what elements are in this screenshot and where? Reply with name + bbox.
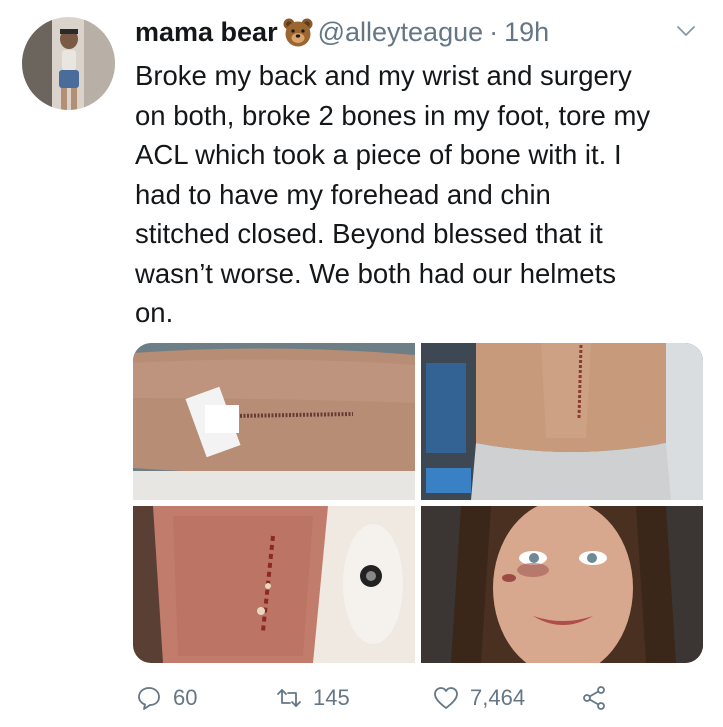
tweet-text-line: Broke my back and my wrist and surgery [135,60,632,91]
photo-wrist-incision[interactable] [133,506,415,663]
retweet-icon [277,689,301,707]
tweet-text-line: ACL which took a piece of bone with it. … [135,139,622,170]
tweet-header: mama bear @alleyteague · 19h [135,14,549,50]
reply-button[interactable]: 60 [135,684,275,712]
tweet: mama bear @alleyteague · 19h Broke my ba… [0,0,723,727]
retweet-count: 145 [313,685,350,710]
tweet-text-line: stitched closed. Beyond blessed that it [135,218,603,249]
retweet-button[interactable]: 145 [275,684,432,712]
timestamp[interactable]: 19h [504,17,549,48]
share-button[interactable] [580,684,608,712]
avatar-photo [22,17,115,110]
heart-icon [434,687,458,709]
tweet-text-line: on both, broke 2 bones in my foot, tore … [135,99,651,131]
user-handle[interactable]: @alleyteague [318,17,484,48]
media-grid [133,343,703,663]
reply-count: 60 [173,685,198,710]
tweet-text-line: had to have my forehead and chin [135,178,551,210]
bear-face-emoji-icon [282,16,314,48]
photo-face-selfie[interactable] [421,506,703,663]
photo-back-incision[interactable] [421,343,703,500]
tweet-text-line: on. [135,297,174,328]
display-name[interactable]: mama bear [135,17,278,48]
reply-icon [138,687,160,710]
like-button[interactable]: 7,464 [432,684,580,712]
chevron-down-icon[interactable] [673,18,699,44]
like-count: 7,464 [470,685,526,710]
tweet-text: Broke my back and my wrist and surgery o… [135,56,715,333]
avatar[interactable] [22,17,115,110]
separator-dot: · [489,16,499,47]
tweet-text-line: wasn’t worse. We both had our helmets [135,257,616,289]
share-icon [583,686,605,710]
photo-leg-incision[interactable] [133,343,415,500]
tweet-actions: 60 145 7,464 [135,680,608,716]
